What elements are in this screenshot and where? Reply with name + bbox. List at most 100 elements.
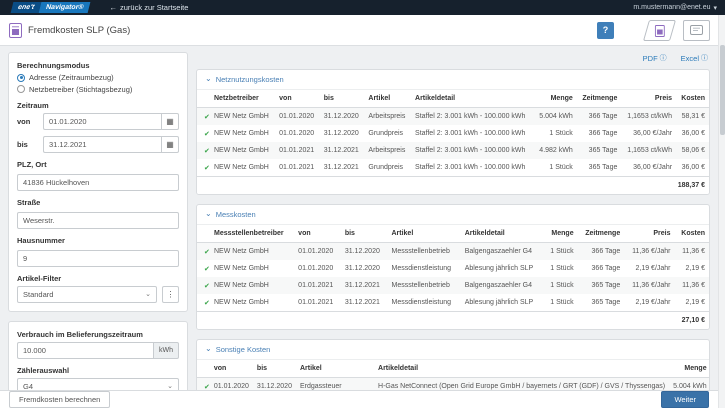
- row-ok-check-icon: ✔: [197, 260, 210, 277]
- table-cell: 58,06 €: [676, 142, 709, 159]
- purple-document-icon: [9, 23, 22, 38]
- table-row: ✔NEW Netz GmbH01.01.202031.12.2020Messst…: [197, 243, 709, 261]
- table-cell: 5.004 kWh: [534, 108, 577, 126]
- table-cell: 1 Stück: [544, 294, 578, 312]
- manual-tab[interactable]: [683, 20, 710, 41]
- radio-netzbetreiber-label: Netzbetreiber (Stichtagsbezug): [29, 85, 132, 94]
- user-email: m.mustermann@enet.eu: [633, 4, 710, 11]
- help-button[interactable]: ?: [597, 22, 614, 39]
- artikel-filter-select[interactable]: Standard ⌄: [17, 286, 157, 303]
- section-title-netznutzungskosten[interactable]: ⌄ Netznutzungskosten: [197, 70, 709, 90]
- table-row: ✔NEW Netz GmbH01.01.202131.12.2021Messst…: [197, 277, 709, 294]
- radio-adresse-control[interactable]: [17, 74, 25, 82]
- back-to-start-link[interactable]: ← zurück zur Startseite: [110, 3, 189, 12]
- column-header: Artikeldetail: [374, 360, 669, 378]
- column-header: Artikeldetail: [411, 90, 534, 108]
- next-button[interactable]: Weiter: [661, 391, 709, 408]
- calendar-icon[interactable]: ▦: [161, 136, 179, 153]
- verbrauch-label: Verbrauch im Belieferungszeitraum: [17, 330, 179, 339]
- info-icon: ⓘ: [660, 53, 667, 63]
- column-header: Zeitmenge: [578, 225, 625, 243]
- row-ok-check-icon: ✔: [197, 125, 210, 142]
- table-cell: Arbeitspreis: [364, 142, 411, 159]
- strasse-input[interactable]: [17, 212, 179, 229]
- radio-adresse[interactable]: Adresse (Zeitraumbezug): [17, 73, 179, 82]
- table-cell: 31.12.2021: [341, 277, 388, 294]
- date-von-input[interactable]: [43, 113, 161, 130]
- document-tab[interactable]: [643, 20, 676, 41]
- table-cell: 11,36 €: [675, 277, 709, 294]
- von-label: von: [17, 117, 43, 126]
- table-cell: Staffel 2: 3.001 kWh - 100.000 kWh: [411, 108, 534, 126]
- column-header: Artikeldetail: [461, 225, 544, 243]
- table-cell: Grundpreis: [364, 159, 411, 177]
- table-cell: NEW Netz GmbH: [210, 125, 275, 142]
- table-cell: 31.12.2020: [341, 243, 388, 261]
- hausnummer-input[interactable]: [17, 250, 179, 267]
- row-ok-check-icon: ✔: [197, 159, 210, 177]
- table-cell: 31.12.2020: [320, 108, 365, 126]
- artikel-filter-menu-button[interactable]: ⋮: [162, 286, 179, 303]
- caret-down-icon: ▾: [713, 4, 717, 12]
- table-cell: Grundpreis: [364, 125, 411, 142]
- table-cell: 2,19 €/Jahr: [624, 294, 674, 312]
- calendar-icon[interactable]: ▦: [161, 113, 179, 130]
- user-menu[interactable]: m.mustermann@enet.eu ▾: [633, 4, 717, 12]
- table-cell: 1 Stück: [544, 260, 578, 277]
- table-cell: 36,00 €: [676, 159, 709, 177]
- table-row: ✔NEW Netz GmbH01.01.202131.12.2021Arbeit…: [197, 142, 709, 159]
- table-cell: 366 Tage: [578, 260, 625, 277]
- column-header: Menge: [544, 225, 578, 243]
- pdf-export-link[interactable]: PDF ⓘ: [643, 53, 667, 63]
- chevron-down-icon: ⌄: [205, 211, 212, 216]
- table-cell: 36,00 €: [676, 125, 709, 142]
- menu-dots-icon: ⋮: [167, 290, 175, 299]
- zeitraum-label: Zeitraum: [17, 101, 179, 110]
- plz-ort-input[interactable]: [17, 174, 179, 191]
- app-logo[interactable]: ene't Navigator®: [12, 2, 90, 13]
- row-ok-check-icon: ✔: [197, 378, 210, 391]
- header-actions: ?: [597, 20, 716, 41]
- section-title-label: Netznutzungskosten: [216, 75, 284, 84]
- table-cell: Ablesung jährlich SLP: [461, 260, 544, 277]
- table-row: ✔NEW Netz GmbH01.01.202031.12.2020Grundp…: [197, 125, 709, 142]
- artikel-filter-value: Standard: [23, 290, 53, 299]
- excel-export-link[interactable]: Excel ⓘ: [681, 53, 708, 63]
- date-bis-row: bis ▦: [17, 136, 179, 153]
- table-cell: NEW Netz GmbH: [210, 277, 294, 294]
- column-header: Artikel: [364, 90, 411, 108]
- table-cell: Staffel 2: 3.001 kWh - 100.000 kWh: [411, 142, 534, 159]
- radio-netzbetreiber[interactable]: Netzbetreiber (Stichtagsbezug): [17, 85, 179, 94]
- table-cell: Messdienstleistung: [387, 260, 460, 277]
- calculate-button[interactable]: Fremdkosten berechnen: [9, 391, 110, 408]
- table-header-row: MessstellenbetreibervonbisArtikelArtikel…: [197, 225, 709, 243]
- verbrauch-input[interactable]: [17, 342, 153, 359]
- section-total-value: 188,37 €: [197, 177, 709, 195]
- section-title-label: Messkosten: [216, 210, 256, 219]
- book-icon: [690, 25, 703, 35]
- section-title-label: Sonstige Kosten: [216, 345, 271, 354]
- page-header: Fremdkosten SLP (Gas) ?: [0, 15, 725, 46]
- back-arrow-icon: ←: [110, 3, 118, 12]
- scrollbar-thumb[interactable]: [720, 45, 725, 135]
- zaehlerauswahl-select[interactable]: G4 ⌄: [17, 378, 179, 391]
- column-header: Kosten: [675, 225, 709, 243]
- table-cell: 01.01.2020: [294, 243, 341, 261]
- zaehlerauswahl-label: Zählerauswahl: [17, 366, 179, 375]
- chevron-down-icon: ⌄: [167, 382, 173, 390]
- column-header: Netzbetreiber: [210, 90, 275, 108]
- table-cell: NEW Netz GmbH: [210, 159, 275, 177]
- table-cell: 31.12.2020: [341, 260, 388, 277]
- table-cell: Balgengaszaehler G4: [461, 277, 544, 294]
- section-title-messkosten[interactable]: ⌄ Messkosten: [197, 205, 709, 225]
- table-cell: Messdienstleistung: [387, 294, 460, 312]
- radio-netzbetreiber-control[interactable]: [17, 85, 25, 93]
- section-title-sonstige-kosten[interactable]: ⌄ Sonstige Kosten: [197, 340, 709, 360]
- vertical-scrollbar[interactable]: [718, 15, 725, 408]
- chevron-down-icon: ⌄: [205, 346, 212, 351]
- table-cell: 31.12.2020: [253, 378, 296, 391]
- table-cell: 366 Tage: [577, 125, 622, 142]
- logo-primary: ene't: [11, 2, 42, 13]
- date-bis-input[interactable]: [43, 136, 161, 153]
- table-cell: Ablesung jährlich SLP: [461, 294, 544, 312]
